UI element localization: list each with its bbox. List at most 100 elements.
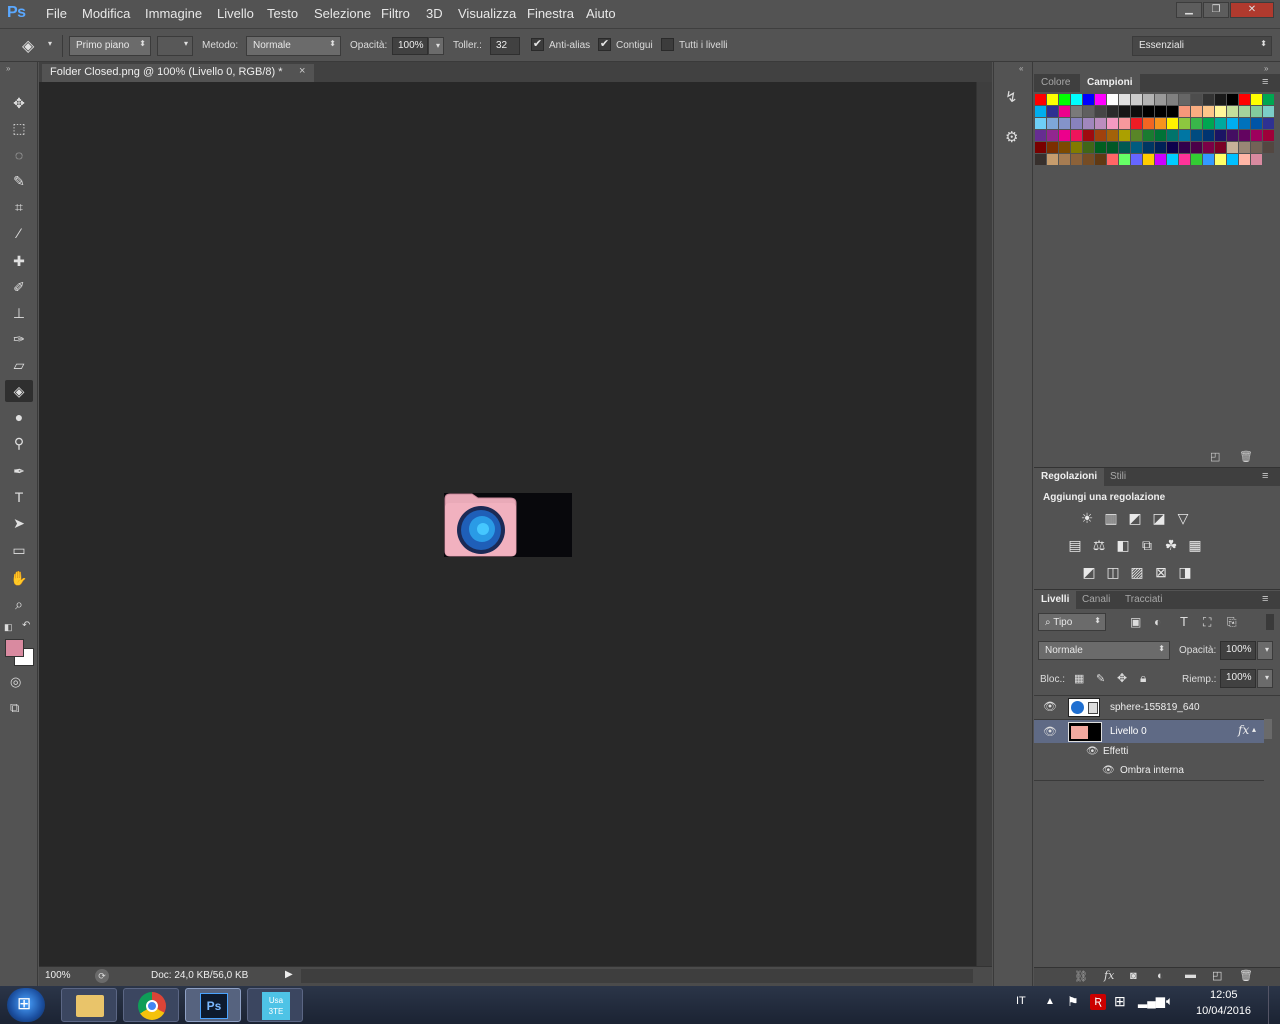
swatch[interactable] <box>1251 130 1262 141</box>
layers-scrollbar[interactable] <box>1264 719 1272 739</box>
status-menu-arrow-icon[interactable]: ▶ <box>285 969 293 980</box>
layer-opacity-slider[interactable]: ▾ <box>1257 641 1273 660</box>
swatch[interactable] <box>1071 94 1082 105</box>
swatch[interactable] <box>1263 118 1274 129</box>
effect-row-inner-shadow[interactable]: 👁︎ Ombra interna <box>1034 762 1264 781</box>
swatch[interactable] <box>1215 142 1226 153</box>
black-white-icon[interactable]: ◧ <box>1114 536 1132 554</box>
link-layers-icon[interactable]: ⛓ <box>1074 970 1088 983</box>
swatch[interactable] <box>1071 154 1082 165</box>
history-panel-icon[interactable]: ↯ <box>1005 88 1018 106</box>
swatch[interactable] <box>1131 106 1142 117</box>
menu-immagine[interactable]: Immagine <box>145 6 202 21</box>
antivirus-icon[interactable]: Ʀ <box>1090 994 1106 1010</box>
swatch[interactable] <box>1227 106 1238 117</box>
show-desktop-button[interactable] <box>1268 986 1280 1024</box>
swatch[interactable] <box>1155 118 1166 129</box>
swatch[interactable] <box>1143 154 1154 165</box>
swatch[interactable] <box>1143 94 1154 105</box>
quick-selection-tool-icon[interactable]: ✎ <box>5 170 33 192</box>
swatch[interactable] <box>1251 154 1262 165</box>
menu-filtro[interactable]: Filtro <box>381 6 410 21</box>
close-button[interactable]: ✕ <box>1230 2 1274 18</box>
swatch[interactable] <box>1143 106 1154 117</box>
taskbar-explorer[interactable] <box>61 988 117 1022</box>
swatch[interactable] <box>1071 130 1082 141</box>
swatch[interactable] <box>1227 94 1238 105</box>
panel-menu-icon[interactable]: ≡ <box>1262 76 1268 88</box>
close-tab-icon[interactable]: × <box>299 65 305 77</box>
swatch[interactable] <box>1191 154 1202 165</box>
swatch[interactable] <box>1059 142 1070 153</box>
posterize-icon[interactable]: ◫ <box>1104 563 1122 581</box>
canvas-area[interactable] <box>39 82 976 966</box>
swatch[interactable] <box>1203 106 1214 117</box>
swatch[interactable] <box>1203 154 1214 165</box>
swatch[interactable] <box>1203 130 1214 141</box>
screen-mode-icon[interactable]: ⧉ <box>10 700 19 716</box>
tab-livelli[interactable]: Livelli <box>1041 594 1069 605</box>
tab-campioni[interactable]: Campioni <box>1087 77 1133 88</box>
workspace-dropdown[interactable]: Essenziali ⬍ <box>1132 36 1272 56</box>
swatch[interactable] <box>1239 142 1250 153</box>
swatch[interactable] <box>1263 94 1274 105</box>
swatch[interactable] <box>1239 154 1250 165</box>
swatch[interactable] <box>1095 94 1106 105</box>
filter-toggle[interactable] <box>1266 614 1274 630</box>
swatch[interactable] <box>1155 130 1166 141</box>
swatch[interactable] <box>1155 106 1166 117</box>
swatch[interactable] <box>1119 118 1130 129</box>
windows-update-icon[interactable]: ⊞ <box>1114 993 1126 1010</box>
swatch[interactable] <box>1071 118 1082 129</box>
swatch[interactable] <box>1155 142 1166 153</box>
new-adjustment-icon[interactable]: ◐ <box>1157 970 1164 982</box>
vertical-scrollbar[interactable] <box>976 82 992 966</box>
history-brush-tool-icon[interactable]: ✑ <box>5 328 33 350</box>
tab-canali[interactable]: Canali <box>1082 594 1110 605</box>
swatch[interactable] <box>1203 118 1214 129</box>
paint-bucket-preset-icon[interactable]: ◈ <box>22 36 34 56</box>
fill-slider[interactable]: ▾ <box>1257 669 1273 688</box>
channel-mixer-icon[interactable]: ☘ <box>1162 536 1180 554</box>
network-signal-icon[interactable]: ▂▄▆ <box>1138 994 1165 1008</box>
swatch[interactable] <box>1263 106 1274 117</box>
tolerance-input[interactable]: 32 <box>490 37 520 55</box>
restore-button[interactable]: ❐ <box>1203 2 1229 18</box>
swatch[interactable] <box>1131 154 1142 165</box>
curves-icon[interactable]: ◩ <box>1126 509 1144 527</box>
swatch[interactable] <box>1095 154 1106 165</box>
threshold-icon[interactable]: ▨ <box>1128 563 1146 581</box>
tab-stili[interactable]: Stili <box>1110 471 1126 482</box>
photo-filter-icon[interactable]: ⧉ <box>1138 536 1156 554</box>
swatch[interactable] <box>1215 106 1226 117</box>
swatch[interactable] <box>1035 142 1046 153</box>
swatch[interactable] <box>1167 106 1178 117</box>
swatch[interactable] <box>1107 142 1118 153</box>
swatch[interactable] <box>1167 130 1178 141</box>
swatch[interactable] <box>1227 118 1238 129</box>
lasso-tool-icon[interactable]: ◌ <box>5 144 33 166</box>
swatch[interactable] <box>1119 130 1130 141</box>
new-swatch-icon[interactable]: ◰ <box>1210 450 1220 463</box>
hue-saturation-icon[interactable]: ▤ <box>1066 536 1084 554</box>
move-tool-icon[interactable]: ✥ <box>5 92 33 114</box>
menu-visualizza[interactable]: Visualizza <box>458 6 516 21</box>
swatch[interactable] <box>1179 142 1190 153</box>
swatch[interactable] <box>1179 130 1190 141</box>
eraser-tool-icon[interactable]: ▱ <box>5 354 33 376</box>
swatch[interactable] <box>1071 142 1082 153</box>
swatch[interactable] <box>1215 130 1226 141</box>
swatch[interactable] <box>1107 118 1118 129</box>
exposure-icon[interactable]: ◪ <box>1150 509 1168 527</box>
swatch[interactable] <box>1203 142 1214 153</box>
swatch[interactable] <box>1083 94 1094 105</box>
language-indicator[interactable]: IT <box>1016 995 1026 1007</box>
swatch[interactable] <box>1083 106 1094 117</box>
selective-color-icon[interactable]: ⊠ <box>1152 563 1170 581</box>
swatch[interactable] <box>1131 94 1142 105</box>
swatch[interactable] <box>1107 94 1118 105</box>
zoom-level[interactable]: 100% <box>45 970 71 981</box>
share-icon[interactable]: ⟳ <box>95 969 109 983</box>
tab-regolazioni[interactable]: Regolazioni <box>1041 471 1097 482</box>
properties-panel-icon[interactable]: ⚙ <box>1005 128 1018 146</box>
